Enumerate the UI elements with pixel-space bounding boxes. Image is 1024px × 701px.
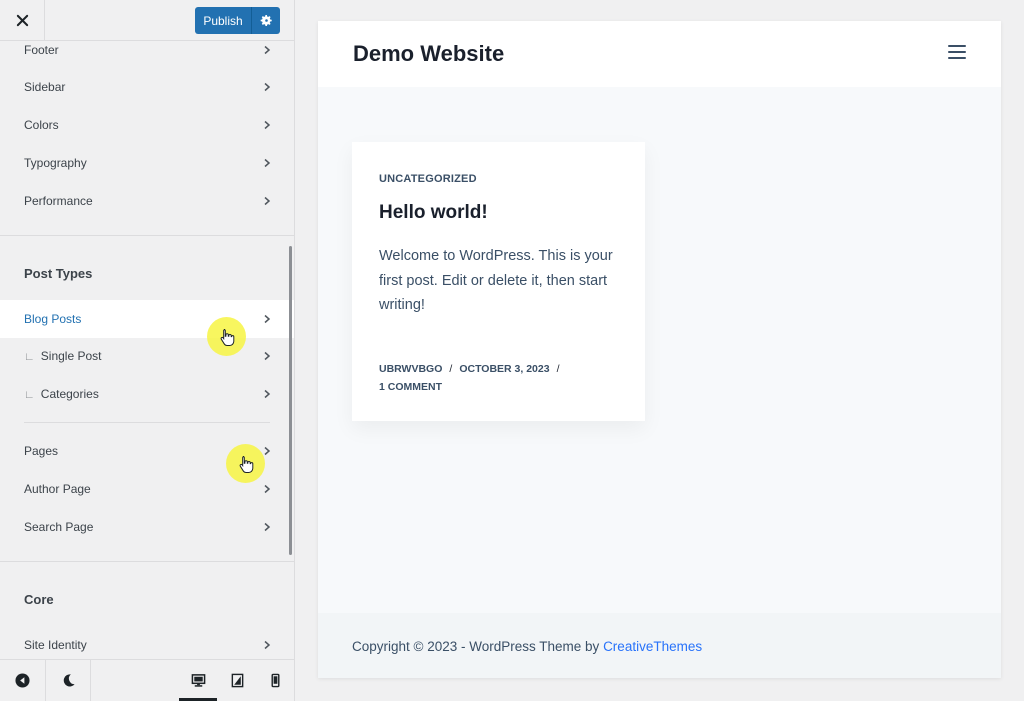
publish-settings-button[interactable] (252, 7, 280, 34)
hide-controls-button[interactable] (0, 660, 45, 701)
cursor-highlight (207, 317, 246, 356)
customizer-panel: Footer Sidebar Colors Typography Perform… (0, 41, 294, 659)
menu-item-text: Single Post (40, 349, 102, 363)
moon-icon (63, 674, 75, 687)
menu-item-colors[interactable]: Colors (0, 107, 294, 143)
device-desktop-button[interactable] (179, 660, 217, 701)
chevron-right-icon (264, 484, 271, 494)
gear-icon (260, 14, 272, 27)
meta-separator: / (556, 363, 560, 375)
menu-item-label: Site Identity (24, 638, 87, 652)
post-comments[interactable]: 1 COMMENT (379, 381, 442, 393)
chevron-right-icon (264, 389, 271, 399)
post-meta: UBRWVBGO / OCTOBER 3, 2023 / 1 COMMENT (379, 360, 629, 396)
chevron-right-icon (264, 45, 271, 55)
menu-item-label: ∟ Categories (24, 387, 99, 401)
chevron-right-icon (264, 640, 271, 650)
hamburger-icon[interactable] (948, 45, 966, 61)
panel-scrollbar[interactable] (289, 246, 292, 555)
menu-item-label: Sidebar (24, 80, 66, 94)
menu-item-performance[interactable]: Performance (0, 183, 294, 219)
section-title-post-types: Post Types (24, 266, 93, 281)
customizer-sidebar: Publish Footer Sidebar Colors Typography… (0, 0, 295, 701)
mobile-icon (271, 673, 279, 688)
menu-item-sidebar[interactable]: Sidebar (0, 69, 294, 105)
menu-item-typography[interactable]: Typography (0, 145, 294, 181)
chevron-right-icon (264, 314, 271, 324)
menu-item-label: Footer (24, 43, 59, 57)
section-title-core: Core (24, 592, 54, 607)
menu-item-blog-posts[interactable]: Blog Posts (0, 300, 294, 338)
chevron-right-icon (264, 351, 271, 361)
meta-separator: / (449, 363, 453, 375)
customizer-header: Publish (0, 0, 294, 41)
group-divider (24, 422, 270, 423)
collapse-icon (15, 673, 30, 688)
menu-item-label: ∟ Single Post (24, 349, 101, 363)
hand-pointer-icon (239, 455, 253, 473)
menu-item-single-post[interactable]: ∟ Single Post (0, 338, 294, 374)
menu-item-label: Search Page (24, 520, 94, 534)
close-icon (16, 14, 28, 26)
menu-item-label: Typography (24, 156, 87, 170)
menu-item-label: Author Page (24, 482, 91, 496)
site-preview: Demo Website UNCATEGORIZED Hello world! … (318, 21, 1001, 678)
menu-item-label: Pages (24, 444, 59, 458)
submenu-marker: ∟ (24, 351, 35, 363)
post-title[interactable]: Hello world! (379, 202, 488, 224)
post-author[interactable]: UBRWVBGO (379, 363, 442, 375)
customizer-footer (0, 659, 294, 701)
menu-item-text: Categories (40, 387, 99, 401)
publish-button-group: Publish (195, 7, 280, 34)
menu-item-label: Colors (24, 118, 59, 132)
menu-item-site-identity[interactable]: Site Identity (0, 627, 294, 659)
chevron-right-icon (264, 446, 271, 456)
close-button[interactable] (0, 0, 45, 40)
menu-item-label: Performance (24, 194, 93, 208)
site-title[interactable]: Demo Website (353, 41, 504, 67)
menu-item-label: Blog Posts (24, 312, 82, 326)
hand-pointer-icon (220, 328, 234, 346)
section-divider (0, 235, 294, 236)
section-divider (0, 561, 294, 562)
post-excerpt: Welcome to WordPress. This is your first… (379, 248, 613, 313)
theme-link[interactable]: CreativeThemes (603, 639, 702, 654)
tablet-icon (231, 673, 243, 688)
dark-mode-toggle[interactable] (46, 660, 90, 701)
post-card: UNCATEGORIZED Hello world! Welcome to Wo… (352, 142, 645, 421)
menu-item-footer[interactable]: Footer (0, 41, 294, 68)
menu-item-search-page[interactable]: Search Page (0, 509, 294, 545)
site-header: Demo Website (318, 21, 1001, 87)
cursor-highlight (226, 444, 265, 483)
footer-separator (90, 660, 91, 701)
device-tablet-button[interactable] (218, 660, 256, 701)
chevron-right-icon (264, 158, 271, 168)
chevron-right-icon (264, 522, 271, 532)
chevron-right-icon (264, 120, 271, 130)
device-mobile-button[interactable] (256, 660, 294, 701)
menu-item-categories[interactable]: ∟ Categories (0, 376, 294, 412)
publish-button[interactable]: Publish (195, 7, 252, 34)
chevron-right-icon (264, 82, 271, 92)
copyright-text: Copyright © 2023 - WordPress Theme by Cr… (352, 639, 702, 654)
submenu-marker: ∟ (24, 389, 35, 401)
post-date: OCTOBER 3, 2023 (459, 363, 550, 375)
desktop-icon (191, 674, 205, 687)
post-category[interactable]: UNCATEGORIZED (379, 173, 477, 185)
copyright-prefix: Copyright © 2023 - WordPress Theme by (352, 639, 604, 654)
site-footer: Copyright © 2023 - WordPress Theme by Cr… (318, 613, 1001, 678)
chevron-right-icon (264, 196, 271, 206)
